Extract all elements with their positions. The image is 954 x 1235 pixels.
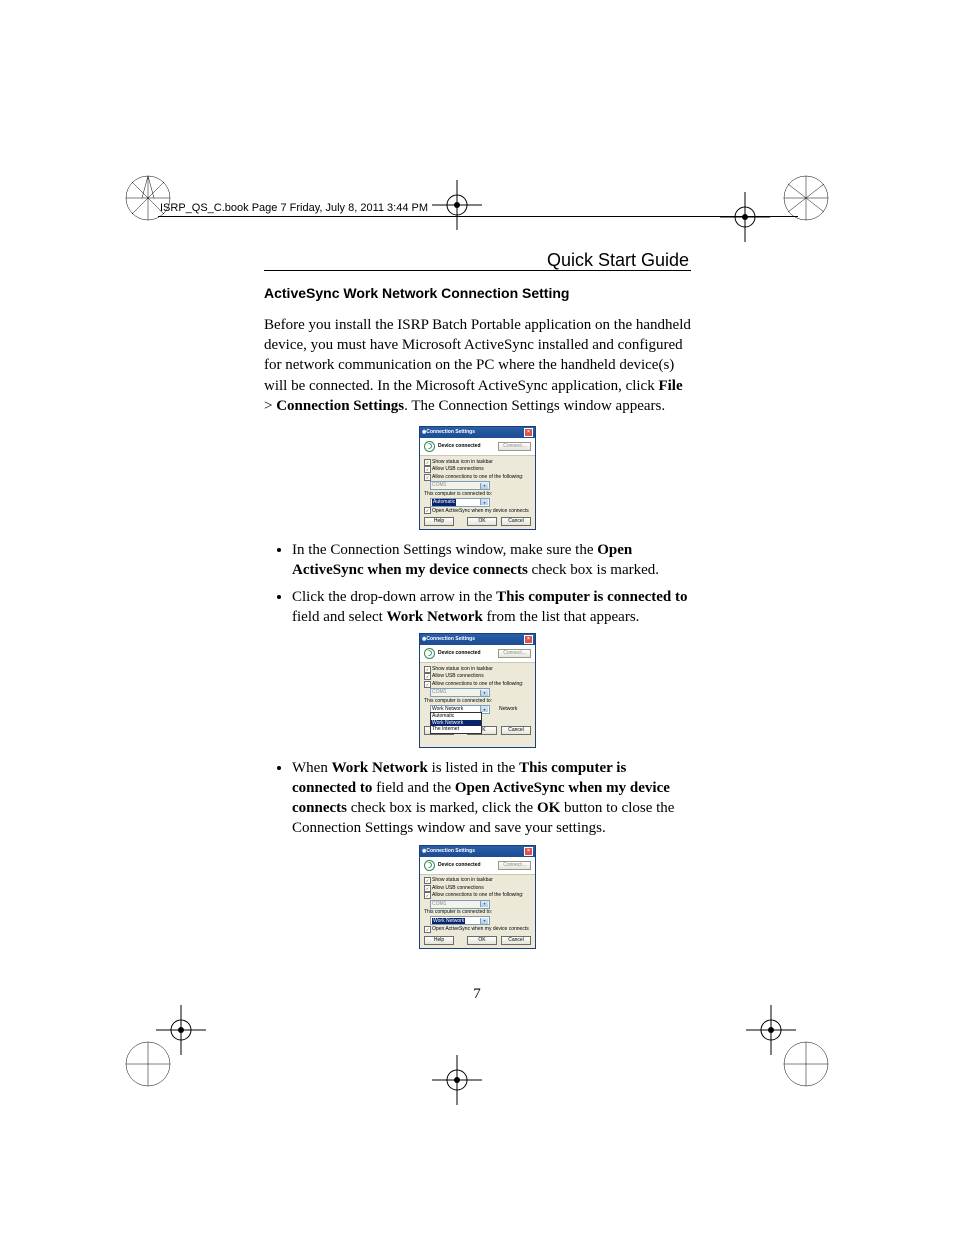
- section-heading: ActiveSync Work Network Connection Setti…: [264, 284, 691, 303]
- open-on-connect-label: Open ActiveSync when my device connects: [432, 508, 529, 515]
- connected-to-dropdown-list[interactable]: Automatic Work Network The Internet: [430, 712, 482, 734]
- side-label: Network: [499, 706, 517, 713]
- ok-button[interactable]: OK: [467, 936, 497, 945]
- dropdown-option-work-network[interactable]: Work Network: [431, 720, 481, 727]
- chevron-down-icon: ▾: [480, 901, 488, 907]
- dialog-title: Connection Settings: [426, 429, 475, 436]
- chevron-down-icon: ▾: [480, 918, 488, 924]
- allow-usb-checkbox[interactable]: ✓: [424, 466, 431, 473]
- crop-mark-decoration: [124, 174, 172, 222]
- list-item: Click the drop-down arrow in the This co…: [292, 587, 691, 628]
- dialog-titlebar: ◉ Connection Settings ×: [420, 427, 535, 438]
- list-item: In the Connection Settings window, make …: [292, 540, 691, 581]
- sync-icon: [424, 860, 435, 871]
- com-port-combo[interactable]: COM1▾: [430, 688, 490, 697]
- show-status-checkbox[interactable]: ✓: [424, 459, 431, 466]
- show-status-label: Show status icon in taskbar: [432, 459, 493, 466]
- close-icon[interactable]: ×: [524, 635, 533, 644]
- open-on-connect-label: Open ActiveSync when my device connects: [432, 926, 529, 933]
- page-meta-line: ISRP_QS_C.book Page 7 Friday, July 8, 20…: [160, 202, 428, 214]
- registration-mark-icon: [432, 1055, 482, 1105]
- sync-icon: [424, 441, 435, 452]
- crop-mark-decoration: [124, 1040, 172, 1088]
- cancel-button[interactable]: Cancel: [501, 936, 531, 945]
- close-icon[interactable]: ×: [524, 847, 533, 856]
- allow-conn-checkbox[interactable]: ✓: [424, 474, 431, 481]
- help-button[interactable]: Help: [424, 936, 454, 945]
- connection-settings-dialog-3: ◉ Connection Settings × Device connected…: [419, 845, 536, 949]
- connected-to-combo[interactable]: Work Network▾: [430, 916, 490, 925]
- allow-conn-label: Allow connections to one of the followin…: [432, 681, 523, 688]
- show-status-label: Show status icon in taskbar: [432, 666, 493, 673]
- crop-mark-decoration: [782, 174, 830, 222]
- connected-to-label: This computer is connected to:: [424, 698, 531, 705]
- allow-usb-label: Allow USB connections: [432, 466, 484, 473]
- ok-button[interactable]: OK: [467, 517, 497, 526]
- page-title: Quick Start Guide: [547, 250, 689, 271]
- connected-to-combo[interactable]: Automatic▾: [430, 498, 490, 507]
- dialog-title: Connection Settings: [426, 848, 475, 855]
- dropdown-option-the-internet[interactable]: The Internet: [431, 726, 481, 733]
- device-status: Device connected: [438, 650, 481, 657]
- device-status: Device connected: [438, 443, 481, 450]
- com-port-combo[interactable]: COM1▾: [430, 481, 490, 490]
- open-on-connect-checkbox[interactable]: ✓: [424, 926, 431, 933]
- crop-mark-decoration: [782, 1040, 830, 1088]
- dialog-titlebar: ◉ Connection Settings ×: [420, 634, 535, 645]
- connect-button[interactable]: Connect...: [498, 861, 531, 870]
- allow-conn-checkbox[interactable]: ✓: [424, 681, 431, 688]
- connect-button[interactable]: Connect...: [498, 649, 531, 658]
- dialog-title: Connection Settings: [426, 636, 475, 643]
- list-item: When Work Network is listed in the This …: [292, 758, 691, 839]
- chevron-down-icon: ▾: [480, 483, 488, 489]
- dialog-header: Device connected Connect...: [420, 857, 535, 875]
- allow-usb-checkbox[interactable]: ✓: [424, 673, 431, 680]
- registration-mark-icon: [720, 192, 770, 242]
- meta-rule: [158, 216, 798, 217]
- help-button[interactable]: Help: [424, 517, 454, 526]
- sync-icon: [424, 648, 435, 659]
- allow-usb-label: Allow USB connections: [432, 885, 484, 892]
- chevron-down-icon: ▾: [480, 499, 488, 505]
- intro-paragraph: Before you install the ISRP Batch Portab…: [264, 315, 691, 416]
- cancel-button[interactable]: Cancel: [501, 726, 531, 735]
- bullet-list-1: In the Connection Settings window, make …: [274, 540, 691, 627]
- allow-conn-label: Allow connections to one of the followin…: [432, 892, 523, 899]
- open-on-connect-checkbox[interactable]: ✓: [424, 507, 431, 514]
- dropdown-option-automatic[interactable]: Automatic: [431, 713, 481, 720]
- registration-mark-icon: [432, 180, 482, 230]
- page-number: 7: [0, 986, 954, 1003]
- dialog-titlebar: ◉ Connection Settings ×: [420, 846, 535, 857]
- title-rule: [264, 270, 691, 271]
- show-status-label: Show status icon in taskbar: [432, 877, 493, 884]
- content-area: ActiveSync Work Network Connection Setti…: [264, 280, 691, 959]
- dialog-header: Device connected Connect...: [420, 438, 535, 456]
- connect-button[interactable]: Connect...: [498, 442, 531, 451]
- connected-to-label: This computer is connected to:: [424, 909, 531, 916]
- connection-settings-dialog-2: ◉ Connection Settings × Device connected…: [419, 633, 536, 748]
- connected-to-label: This computer is connected to:: [424, 491, 531, 498]
- connection-settings-dialog-1: ◉ Connection Settings × Device connected…: [419, 426, 536, 530]
- show-status-checkbox[interactable]: ✓: [424, 666, 431, 673]
- com-port-combo[interactable]: COM1▾: [430, 900, 490, 909]
- allow-conn-checkbox[interactable]: ✓: [424, 892, 431, 899]
- cancel-button[interactable]: Cancel: [501, 517, 531, 526]
- close-icon[interactable]: ×: [524, 428, 533, 437]
- chevron-down-icon: ▾: [480, 690, 488, 696]
- allow-usb-label: Allow USB connections: [432, 673, 484, 680]
- registration-mark-icon: [746, 1005, 796, 1055]
- bullet-list-2: When Work Network is listed in the This …: [274, 758, 691, 839]
- allow-usb-checkbox[interactable]: ✓: [424, 885, 431, 892]
- registration-mark-icon: [156, 1005, 206, 1055]
- allow-conn-label: Allow connections to one of the followin…: [432, 474, 523, 481]
- device-status: Device connected: [438, 862, 481, 869]
- dialog-header: Device connected Connect...: [420, 645, 535, 663]
- show-status-checkbox[interactable]: ✓: [424, 877, 431, 884]
